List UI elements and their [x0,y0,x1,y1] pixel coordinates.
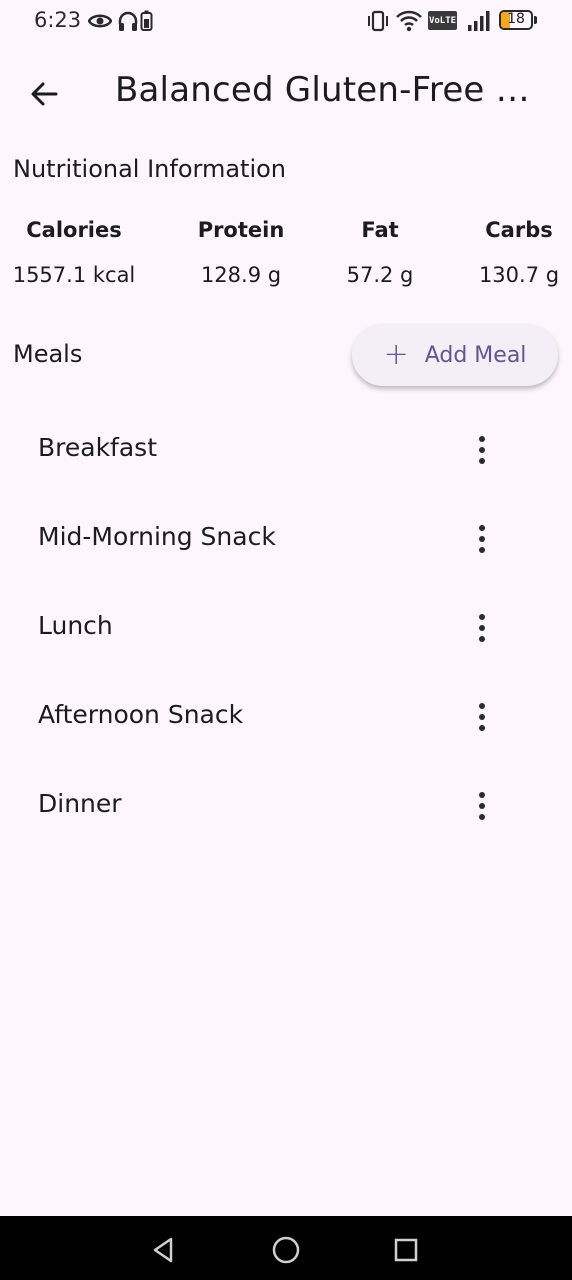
carbs-label: Carbs [485,218,553,242]
nav-back-button[interactable] [143,1230,183,1270]
meal-label: Mid-Morning Snack [38,522,276,551]
battery-percent: 18 [507,11,525,27]
fat-value: 57.2 g [346,263,414,287]
back-triangle-icon [153,1237,173,1263]
nav-recents-button[interactable] [386,1230,426,1270]
list-item-lunch[interactable]: Lunch [0,583,572,672]
more-vert-icon[interactable] [462,692,502,742]
back-button[interactable] [16,68,72,120]
more-vert-icon[interactable] [462,781,502,831]
status-time: 6:23 [34,8,82,32]
app-bar: Balanced Gluten-Free Diet [0,56,572,132]
eye-icon [88,14,112,28]
battery-tip [534,16,537,24]
meal-label: Lunch [38,611,113,640]
more-vert-icon[interactable] [462,603,502,653]
add-meal-label: Add Meal [424,342,527,368]
protein-label: Protein [197,218,285,242]
meal-label: Afternoon Snack [38,700,244,729]
carbs-value: 130.7 g [478,263,560,287]
add-meal-button[interactable]: + Add Meal [352,324,558,386]
list-item-breakfast[interactable]: Breakfast [0,405,572,494]
nutrition-section-title: Nutritional Information [13,155,287,183]
meals-section-title: Meals [13,340,83,368]
more-vert-icon[interactable] [462,514,502,564]
plus-icon: + [383,337,409,372]
protein-value: 128.9 g [200,263,282,287]
battery-icon: 18 [499,10,533,30]
calories-label: Calories [26,218,122,242]
nutrition-value-row: 1557.1 kcal 128.9 g 57.2 g 130.7 g [0,263,572,295]
vibrate-icon [368,10,388,32]
headphones-icon [118,11,138,31]
more-vert-icon[interactable] [462,425,502,475]
arrow-back-icon [31,82,58,106]
nutrition-header-row: Calories Protein Fat Carbs [0,218,572,250]
list-item-afternoon-snack[interactable]: Afternoon Snack [0,672,572,761]
list-item-mid-morning-snack[interactable]: Mid-Morning Snack [0,494,572,583]
home-circle-icon [272,1236,300,1264]
system-nav-bar [0,1216,572,1280]
volte-label: VoLTE [428,15,457,26]
nav-home-button[interactable] [266,1230,306,1270]
meal-label: Dinner [38,789,122,818]
list-item-dinner[interactable]: Dinner [0,761,572,850]
calories-value: 1557.1 kcal [12,263,136,287]
battery-saver-icon [140,10,153,31]
meal-list: Breakfast Mid-Morning Snack Lunch Aftern… [0,405,572,850]
status-bar: 6:23 VoLTE 18 [0,0,572,42]
recents-square-icon [394,1238,418,1262]
meal-label: Breakfast [38,433,158,462]
signal-icon [468,11,490,31]
fat-label: Fat [361,218,399,242]
wifi-icon [396,10,422,32]
page-title: Balanced Gluten-Free Diet [115,70,545,110]
volte-icon: VoLTE [428,11,457,30]
